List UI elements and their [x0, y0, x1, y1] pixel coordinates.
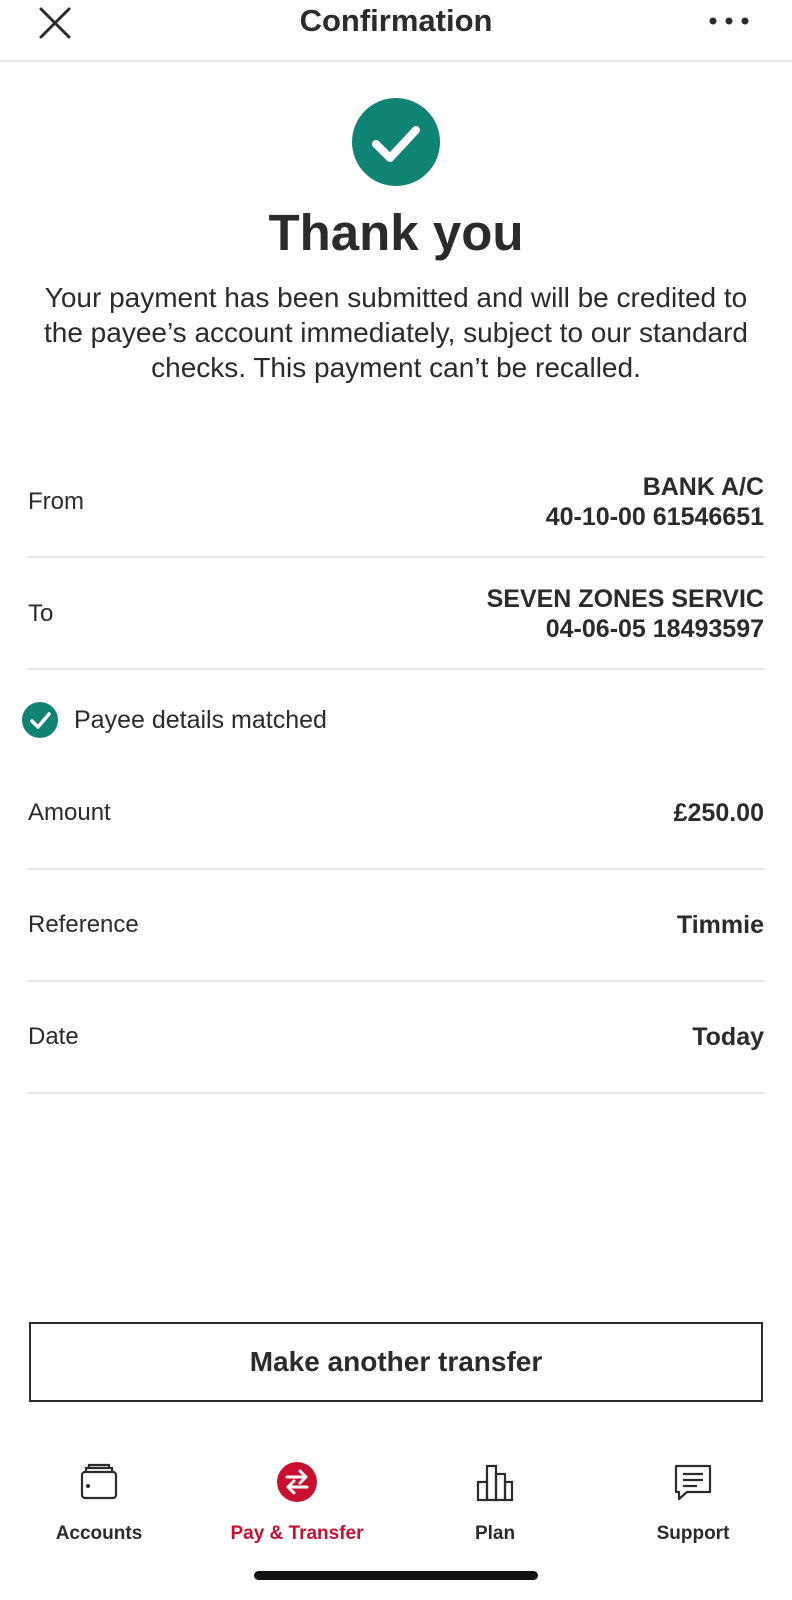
make-another-transfer-button[interactable]: Make another transfer [29, 1322, 763, 1402]
to-label: To [28, 600, 54, 627]
bottom-tab-bar: Accounts Pay & Transfer Plan Support [0, 1444, 792, 1564]
tab-accounts-label: Accounts [55, 1523, 143, 1544]
chat-icon [674, 1464, 712, 1501]
amount-value: £250.00 [673, 799, 764, 827]
home-indicator[interactable] [254, 1571, 538, 1580]
from-account-name: BANK A/C [642, 473, 764, 501]
success-check-badge [352, 98, 440, 186]
amount-row: Amount £250.00 [28, 776, 764, 870]
check-circle-icon [22, 702, 58, 738]
page-title: Confirmation [299, 3, 493, 38]
tab-pay-transfer-label: Pay & Transfer [230, 1523, 364, 1544]
transfer-icon [277, 1462, 317, 1502]
wallet-icon [80, 1463, 118, 1500]
check-icon [372, 126, 420, 162]
tab-plan-label: Plan [474, 1523, 516, 1544]
payee-match-text: Payee details matched [74, 706, 327, 734]
bar-chart-icon [476, 1464, 514, 1502]
date-value: Today [692, 1023, 764, 1051]
to-account-number: 04-06-05 18493597 [545, 615, 764, 643]
reference-label: Reference [28, 911, 139, 938]
payee-match-status: Payee details matched [22, 700, 422, 740]
tab-support-label: Support [656, 1523, 730, 1544]
reference-value: Timmie [676, 911, 764, 939]
top-bar: Confirmation [0, 0, 792, 62]
more-horizontal-icon [709, 17, 749, 25]
date-row: Date Today [28, 1000, 764, 1094]
tab-pay-transfer[interactable]: Pay & Transfer [198, 1444, 396, 1544]
tab-accounts[interactable]: Accounts [0, 1444, 198, 1544]
from-label: From [28, 488, 84, 515]
amount-label: Amount [28, 799, 111, 826]
thank-you-heading: Thank you [268, 204, 524, 261]
to-value: SEVEN ZONES SERVIC 04-06-05 18493597 [487, 584, 764, 644]
tab-support[interactable]: Support [594, 1444, 792, 1544]
to-row: To SEVEN ZONES SERVIC 04-06-05 18493597 [28, 574, 764, 670]
to-payee-name: SEVEN ZONES SERVIC [486, 585, 764, 613]
from-account-number: 40-10-00 61546651 [545, 503, 764, 531]
reference-row: Reference Timmie [28, 888, 764, 982]
from-row: From BANK A/C 40-10-00 61546651 [28, 462, 764, 558]
more-options-button[interactable] [706, 6, 752, 36]
date-label: Date [28, 1023, 79, 1050]
from-value: BANK A/C 40-10-00 61546651 [546, 472, 764, 532]
confirmation-message: Your payment has been submitted and will… [43, 282, 749, 383]
tab-plan[interactable]: Plan [396, 1444, 594, 1544]
